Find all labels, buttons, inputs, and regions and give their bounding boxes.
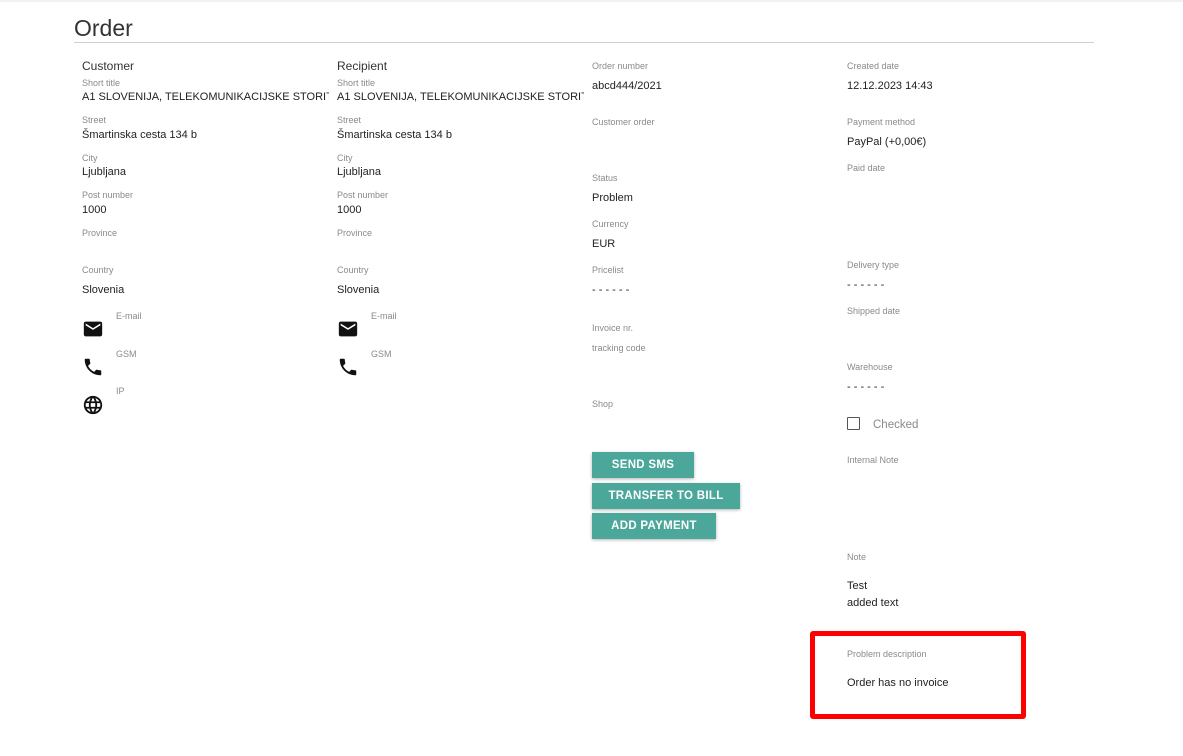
note-label: Note (847, 552, 867, 562)
note-line-1: Test (847, 580, 868, 592)
delivery-type: - - - - - - (847, 279, 885, 291)
delivery-type-label: Delivery type (847, 260, 900, 270)
recipient-post-number: 1000 (337, 204, 362, 216)
email-icon[interactable] (82, 318, 104, 340)
customer-street: Šmartinska cesta 134 b (82, 129, 197, 141)
recipient-city-label: City (337, 153, 353, 163)
recipient-email-label: E-mail (371, 311, 397, 321)
shop-label: Shop (592, 399, 614, 409)
pricelist-value: - - - - - - (592, 284, 630, 296)
recipient-heading: Recipient (337, 59, 388, 73)
customer-heading: Customer (82, 59, 135, 73)
invoice-number-label: Invoice nr. (592, 323, 634, 333)
customer-short-title: A1 SLOVENIJA, TELEKOMUNIKACIJSKE STORITV… (82, 91, 329, 103)
paid-date-label: Paid date (847, 163, 886, 173)
pricelist-label: Pricelist (592, 265, 624, 275)
checked-label[interactable]: Checked (873, 419, 918, 431)
customer-city-label: City (82, 153, 98, 163)
highlight-box (810, 631, 1026, 719)
payment-method-label: Payment method (847, 117, 916, 127)
tracking-code-label: tracking code (592, 343, 646, 353)
transfer-to-bill-button[interactable]: TRANSFER TO BILL (592, 483, 740, 509)
customer-country-label: Country (82, 265, 114, 275)
recipient-province-label: Province (337, 228, 373, 238)
payment-method: PayPal (+0,00€) (847, 136, 927, 148)
phone-icon[interactable] (82, 356, 104, 378)
customer-street-label: Street (82, 115, 107, 125)
created-date: 12.12.2023 14:43 (847, 80, 933, 92)
title-divider (74, 42, 1094, 43)
recipient-short-title-label: Short title (337, 78, 376, 88)
currency-label: Currency (592, 219, 629, 229)
order-number: abcd444/2021 (592, 80, 662, 92)
recipient-country-label: Country (337, 265, 369, 275)
customer-order-label: Customer order (592, 117, 655, 127)
recipient-street: Šmartinska cesta 134 b (337, 129, 452, 141)
add-payment-button[interactable]: ADD PAYMENT (592, 513, 716, 539)
phone-icon[interactable] (337, 356, 359, 378)
status-label: Status (592, 173, 618, 183)
customer-post-number: 1000 (82, 204, 107, 216)
warehouse-value: - - - - - - (847, 381, 885, 393)
shipped-date-label: Shipped date (847, 306, 901, 316)
recipient-street-label: Street (337, 115, 362, 125)
page-title: Order (74, 15, 133, 41)
recipient-country: Slovenia (337, 284, 380, 296)
checked-checkbox[interactable] (847, 417, 860, 430)
status-value: Problem (592, 192, 633, 204)
customer-city: Ljubljana (82, 166, 127, 178)
customer-gsm-label: GSM (116, 349, 137, 359)
recipient-city: Ljubljana (337, 166, 382, 178)
email-icon[interactable] (337, 318, 359, 340)
customer-email-label: E-mail (116, 311, 142, 321)
recipient-short-title: A1 SLOVENIJA, TELEKOMUNIKACIJSKE STORITV… (337, 91, 584, 103)
top-border (0, 0, 1183, 2)
warehouse-label: Warehouse (847, 362, 893, 372)
created-date-label: Created date (847, 61, 900, 71)
recipient-post-number-label: Post number (337, 190, 389, 200)
globe-icon[interactable] (82, 394, 104, 416)
order-number-label: Order number (592, 61, 649, 71)
send-sms-button[interactable]: SEND SMS (592, 452, 694, 478)
customer-ip-label: IP (116, 386, 125, 396)
customer-post-number-label: Post number (82, 190, 134, 200)
customer-short-title-label: Short title (82, 78, 121, 88)
customer-province-label: Province (82, 228, 118, 238)
note-line-2: added text (847, 597, 899, 609)
internal-note-label: Internal Note (847, 455, 899, 465)
currency-value: EUR (592, 238, 616, 250)
customer-country: Slovenia (82, 284, 125, 296)
recipient-gsm-label: GSM (371, 349, 392, 359)
